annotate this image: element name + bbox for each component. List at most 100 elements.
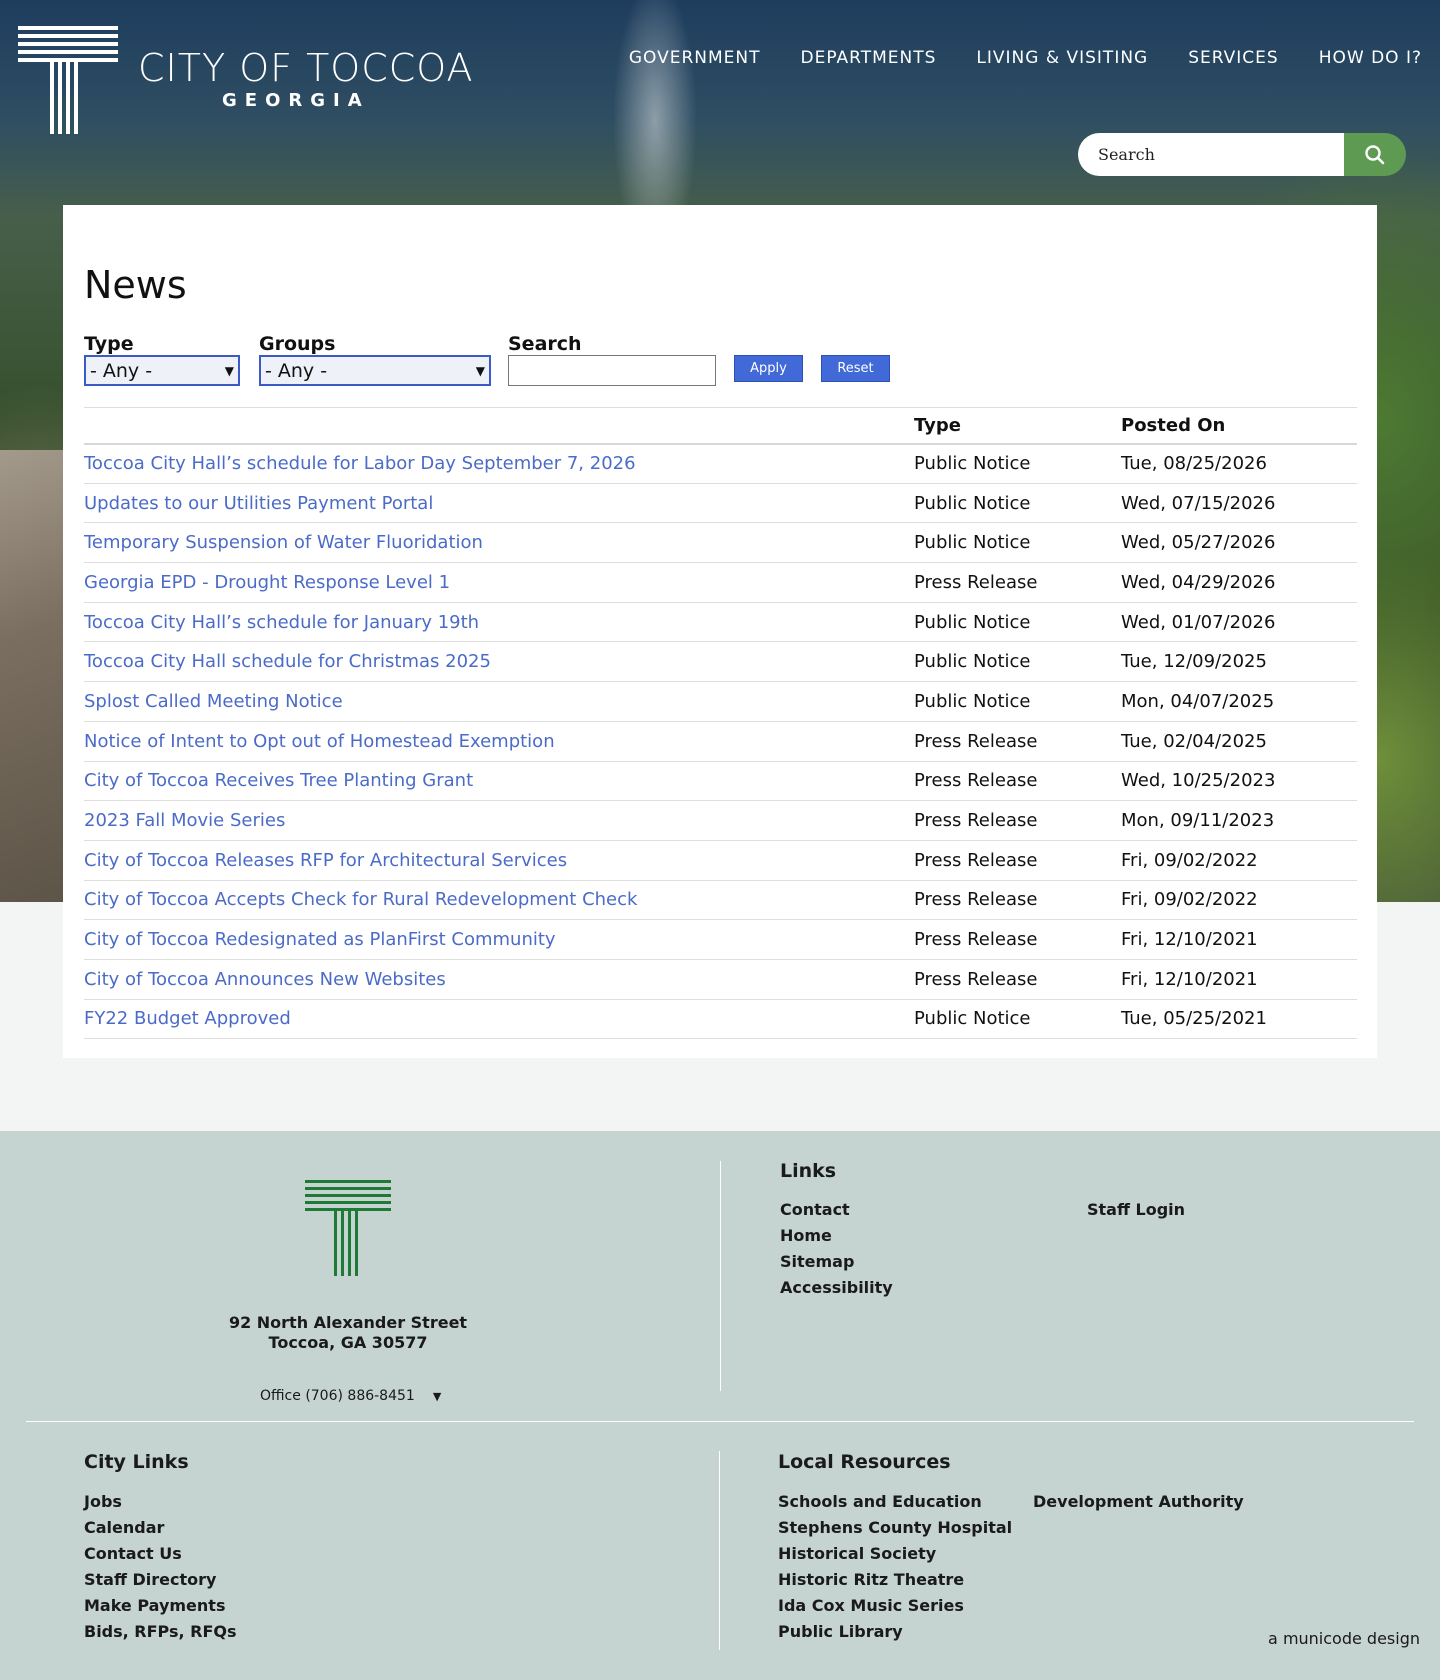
- local-resource-link-item[interactable]: Historical Society: [778, 1541, 1012, 1567]
- header-search: [1078, 133, 1406, 176]
- news-date-cell: Tue, 08/25/2026: [1121, 443, 1357, 484]
- city-link-item[interactable]: Jobs: [84, 1489, 237, 1515]
- links-list-col2: Staff Login: [1087, 1197, 1185, 1223]
- news-type-cell: Press Release: [914, 880, 1121, 921]
- news-type-cell: Press Release: [914, 919, 1121, 960]
- news-date-cell: Fri, 09/02/2022: [1121, 880, 1357, 921]
- news-title-link[interactable]: City of Toccoa Announces New Websites: [84, 969, 446, 990]
- main-nav: GOVERNMENT DEPARTMENTS LIVING & VISITING…: [629, 48, 1422, 68]
- news-date-cell: Mon, 09/11/2023: [1121, 800, 1357, 841]
- news-table: Type Posted On Toccoa City Hall’s schedu…: [84, 407, 1357, 1040]
- footer-link-item[interactable]: Contact: [780, 1197, 893, 1223]
- table-row: City of Toccoa Releases RFP for Architec…: [84, 840, 1357, 881]
- groups-filter-select[interactable]: - Any - ▼: [259, 355, 491, 386]
- footer-divider-vertical: [719, 1451, 720, 1650]
- news-title-link[interactable]: Toccoa City Hall’s schedule for Labor Da…: [84, 453, 636, 474]
- news-title-link[interactable]: City of Toccoa Redesignated as PlanFirst…: [84, 929, 556, 950]
- footer-address: 92 North Alexander Street Toccoa, GA 305…: [200, 1313, 496, 1353]
- news-title-cell: City of Toccoa Announces New Websites: [84, 959, 914, 1000]
- chevron-down-icon: ▼: [224, 363, 234, 378]
- city-link-item[interactable]: Bids, RFPs, RFQs: [84, 1619, 237, 1645]
- news-title-cell: Temporary Suspension of Water Fluoridati…: [84, 522, 914, 564]
- footer-link-item[interactable]: Home: [780, 1223, 893, 1249]
- news-title-link[interactable]: 2023 Fall Movie Series: [84, 810, 285, 831]
- news-type-cell: Press Release: [914, 761, 1121, 802]
- news-title-cell: City of Toccoa Accepts Check for Rural R…: [84, 880, 914, 921]
- city-link-item[interactable]: Calendar: [84, 1515, 237, 1541]
- table-header-row: Type Posted On: [84, 407, 1357, 445]
- news-title-link[interactable]: Toccoa City Hall schedule for Christmas …: [84, 651, 491, 672]
- news-type-cell: Press Release: [914, 562, 1121, 603]
- apply-button[interactable]: Apply: [734, 355, 803, 382]
- city-logo-icon: [18, 26, 118, 134]
- news-title-link[interactable]: City of Toccoa Receives Tree Planting Gr…: [84, 770, 473, 791]
- city-link-item[interactable]: Contact Us: [84, 1541, 237, 1567]
- footer-link-item[interactable]: Sitemap: [780, 1249, 893, 1275]
- news-title-link[interactable]: City of Toccoa Releases RFP for Architec…: [84, 850, 567, 871]
- site-footer: 92 North Alexander Street Toccoa, GA 305…: [0, 1131, 1440, 1680]
- news-table-body: Toccoa City Hall’s schedule for Labor Da…: [84, 443, 1357, 1040]
- column-header-type[interactable]: Type: [914, 407, 1121, 445]
- news-type-cell: Press Release: [914, 840, 1121, 881]
- news-title-cell: Toccoa City Hall’s schedule for Labor Da…: [84, 443, 914, 484]
- news-type-cell: Press Release: [914, 721, 1121, 762]
- news-type-cell: Public Notice: [914, 443, 1121, 484]
- header-search-input[interactable]: [1078, 133, 1344, 176]
- local-resources-heading: Local Resources: [778, 1451, 951, 1473]
- groups-filter-value: - Any -: [265, 359, 328, 382]
- news-title-link[interactable]: Toccoa City Hall’s schedule for January …: [84, 612, 479, 633]
- nav-government[interactable]: GOVERNMENT: [629, 48, 761, 68]
- local-resource-link-item[interactable]: Stephens County Hospital: [778, 1515, 1012, 1541]
- chevron-down-icon: ▼: [475, 363, 485, 378]
- news-title-cell: City of Toccoa Receives Tree Planting Gr…: [84, 761, 914, 802]
- site-title: CITY OF TOCCOA: [138, 46, 474, 90]
- news-date-cell: Mon, 04/07/2025: [1121, 681, 1357, 722]
- reset-button[interactable]: Reset: [821, 355, 890, 382]
- news-date-cell: Wed, 04/29/2026: [1121, 562, 1357, 603]
- local-resources-list-col2: Development Authority: [1033, 1489, 1244, 1515]
- column-header-title: [84, 407, 914, 445]
- news-title-cell: Splost Called Meeting Notice: [84, 681, 914, 722]
- search-icon: [1365, 144, 1385, 164]
- column-header-posted-on[interactable]: Posted On: [1121, 407, 1357, 445]
- news-type-cell: Public Notice: [914, 483, 1121, 524]
- office-phone-dropdown[interactable]: Office (706) 886-8451 ▼: [260, 1388, 441, 1404]
- news-date-cell: Tue, 05/25/2021: [1121, 999, 1357, 1040]
- footer-link-item[interactable]: Staff Login: [1087, 1197, 1185, 1223]
- nav-how-do-i[interactable]: HOW DO I?: [1319, 48, 1422, 68]
- news-type-cell: Public Notice: [914, 602, 1121, 643]
- search-filter-input[interactable]: [508, 355, 716, 386]
- news-date-cell: Fri, 09/02/2022: [1121, 840, 1357, 881]
- news-title-link[interactable]: FY22 Budget Approved: [84, 1008, 291, 1029]
- news-title-link[interactable]: Georgia EPD - Drought Response Level 1: [84, 572, 450, 593]
- news-title-link[interactable]: Updates to our Utilities Payment Portal: [84, 493, 433, 514]
- city-link-item[interactable]: Staff Directory: [84, 1567, 237, 1593]
- news-title-link[interactable]: Splost Called Meeting Notice: [84, 691, 343, 712]
- table-row: City of Toccoa Accepts Check for Rural R…: [84, 880, 1357, 921]
- city-link-item[interactable]: Make Payments: [84, 1593, 237, 1619]
- news-title-cell: FY22 Budget Approved: [84, 999, 914, 1040]
- news-title-cell: Toccoa City Hall’s schedule for January …: [84, 602, 914, 643]
- type-filter-select[interactable]: - Any - ▼: [84, 355, 240, 386]
- local-resource-link-item[interactable]: Development Authority: [1033, 1489, 1244, 1515]
- local-resource-link-item[interactable]: Historic Ritz Theatre: [778, 1567, 1012, 1593]
- news-date-cell: Tue, 12/09/2025: [1121, 641, 1357, 683]
- local-resource-link-item[interactable]: Public Library: [778, 1619, 1012, 1645]
- table-row: Georgia EPD - Drought Response Level 1 Pr…: [84, 562, 1357, 603]
- news-title-link[interactable]: Notice of Intent to Opt out of Homestead…: [84, 731, 555, 752]
- news-title-link[interactable]: City of Toccoa Accepts Check for Rural R…: [84, 889, 637, 910]
- header-search-button[interactable]: [1344, 133, 1406, 176]
- nav-living-visiting[interactable]: LIVING & VISITING: [976, 48, 1148, 68]
- footer-divider-vertical: [720, 1161, 721, 1391]
- footer-divider-horizontal: [26, 1421, 1414, 1422]
- local-resource-link-item[interactable]: Schools and Education: [778, 1489, 1012, 1515]
- office-phone: Office (706) 886-8451: [260, 1388, 415, 1404]
- nav-departments[interactable]: DEPARTMENTS: [801, 48, 937, 68]
- table-row: City of Toccoa Redesignated as PlanFirst…: [84, 919, 1357, 960]
- news-type-cell: Press Release: [914, 959, 1121, 1000]
- municode-credit[interactable]: a municode design: [1268, 1629, 1420, 1648]
- footer-link-item[interactable]: Accessibility: [780, 1275, 893, 1301]
- news-title-link[interactable]: Temporary Suspension of Water Fluoridati…: [84, 532, 483, 553]
- nav-services[interactable]: SERVICES: [1188, 48, 1278, 68]
- local-resource-link-item[interactable]: Ida Cox Music Series: [778, 1593, 1012, 1619]
